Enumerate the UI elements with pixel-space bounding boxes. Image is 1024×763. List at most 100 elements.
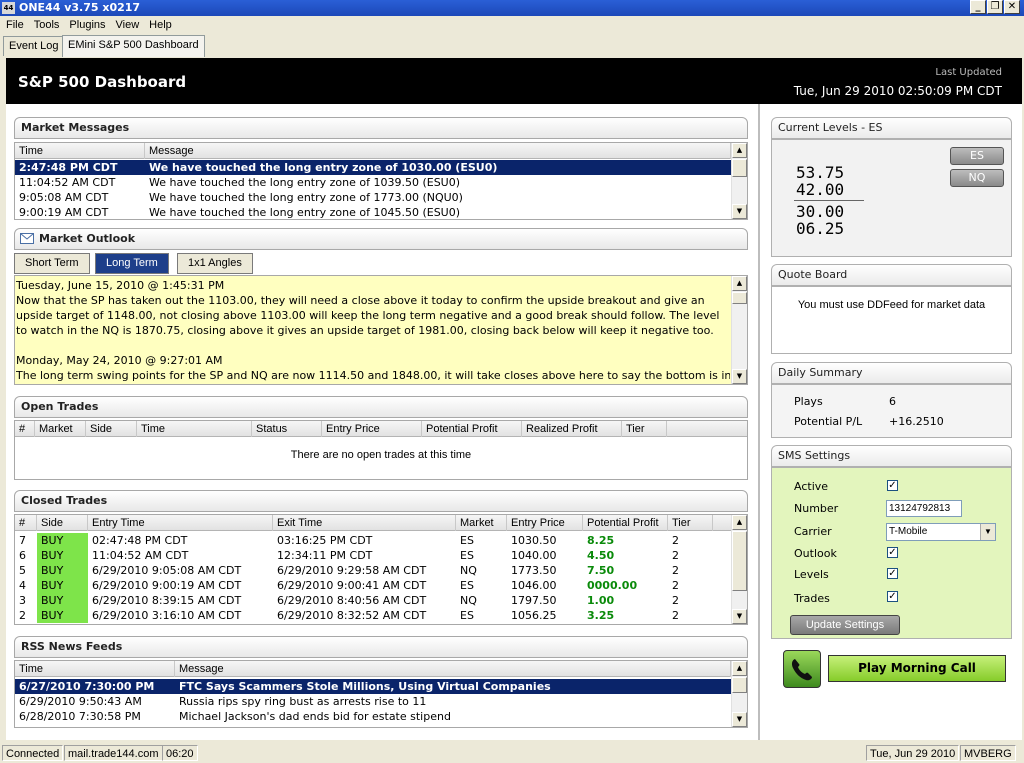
table-row[interactable]: 11:04:52 AM CDT We have touched the long … [15,175,731,190]
table-row[interactable]: 6/28/2010 7:30:58 PM Michael Jackson's da… [15,709,731,724]
column-header[interactable]: Time [137,421,252,437]
cell-message: FTC Says Scammers Stole Millions, Using … [179,680,551,693]
column-header[interactable]: Potential Profit [422,421,522,437]
cell-message: We have touched the long entry zone of 1… [149,176,461,189]
cell-message: We have touched the long entry zone of 1… [149,161,498,174]
table-row[interactable]: 5 BUY 6/29/2010 9:05:08 AM CDT 6/29/2010… [15,563,731,578]
tab-emini-dashboard[interactable]: EMini S&P 500 Dashboard [62,35,205,57]
column-header[interactable]: Tier [668,515,713,531]
table-row[interactable]: 6/29/2010 9:50:43 AM Russia rips spy ring… [15,694,731,709]
column-header[interactable]: Time [15,143,145,159]
minimize-button[interactable]: _ [970,0,986,14]
scroll-up-icon[interactable]: ▲ [732,515,747,530]
table-row[interactable]: 2:47:48 PM CDT We have touched the long e… [15,160,731,175]
scrollbar[interactable]: ▲ ▼ [731,515,747,624]
sms-levels-checkbox[interactable]: ✓ [887,568,898,579]
column-divider[interactable] [758,104,760,740]
chevron-down-icon[interactable]: ▼ [980,524,995,540]
sms-outlook-checkbox[interactable]: ✓ [887,547,898,558]
scroll-up-icon[interactable]: ▲ [732,143,747,158]
scroll-thumb[interactable] [732,159,747,177]
scroll-down-icon[interactable]: ▼ [732,609,747,624]
menu-plugins[interactable]: Plugins [69,16,105,34]
outlook-entry-text: The long term swing points for the SP an… [16,369,730,382]
cell-entry-time: 6/29/2010 9:00:19 AM CDT [92,579,242,592]
play-morning-call-button[interactable]: Play Morning Call [828,655,1006,682]
outlook-entry-text: Now that the SP has taken out the 1103.0… [16,294,720,337]
cell-time: 6/28/2010 7:30:58 PM [19,710,141,723]
menu-help[interactable]: Help [149,16,172,34]
column-header[interactable]: Message [145,143,731,159]
restore-button[interactable]: ❐ [987,0,1003,14]
cell-profit: 4.50 [587,549,615,562]
scrollbar[interactable]: ▲ ▼ [731,276,747,384]
cell-time: 6/29/2010 9:50:43 AM [19,695,142,708]
table-row[interactable]: 7 BUY 02:47:48 PM CDT 03:16:25 PM CDT ES… [15,533,731,548]
sms-settings-panel: Active ✓ Number Carrier T-Mobile ▼ Outlo… [771,467,1012,639]
scroll-down-icon[interactable]: ▼ [732,204,747,219]
cell-message: We have touched the long entry zone of 1… [149,191,463,204]
scroll-down-icon[interactable]: ▼ [732,369,747,384]
column-header[interactable]: Potential Profit [583,515,668,531]
level-value: 06.25 [796,219,845,238]
sms-number-input[interactable] [886,500,962,517]
nq-button[interactable]: NQ [950,169,1004,187]
column-header[interactable]: Realized Profit [522,421,622,437]
es-button[interactable]: ES [950,147,1004,165]
column-header[interactable]: Side [37,515,88,531]
table-row[interactable]: 4 BUY 6/29/2010 9:00:19 AM CDT 6/29/2010… [15,578,731,593]
current-levels-panel: 53.75 42.00 30.00 06.25 ES NQ [771,139,1012,257]
column-header[interactable]: # [15,421,35,437]
column-header[interactable]: Side [86,421,137,437]
market-messages-table: Time Message 2:47:48 PM CDT We have touch… [14,142,748,220]
close-button[interactable]: ✕ [1004,0,1020,14]
scroll-up-icon[interactable]: ▲ [732,276,747,291]
empty-message: There are no open trades at this time [290,449,472,461]
column-header[interactable]: Message [175,661,731,677]
phone-icon[interactable] [783,650,821,688]
column-header[interactable]: Entry Time [88,515,273,531]
sms-carrier-select[interactable]: T-Mobile ▼ [886,523,996,541]
levels-upper: 53.75 42.00 [796,164,844,198]
column-header[interactable]: Tier [622,421,667,437]
table-row[interactable]: 6/27/2010 7:30:00 PM FTC Says Scammers St… [15,679,731,694]
table-row[interactable]: 6 BUY 11:04:52 AM CDT 12:34:11 PM CDT ES… [15,548,731,563]
scroll-up-icon[interactable]: ▲ [732,661,747,676]
tab-event-log[interactable]: Event Log [3,36,65,56]
scrollbar[interactable]: ▲ ▼ [731,661,747,727]
scroll-down-icon[interactable]: ▼ [732,712,747,727]
plays-label: Plays [794,395,823,408]
scroll-thumb[interactable] [732,677,747,693]
market-outlook-title: Market Outlook [14,228,748,250]
tab-long-term[interactable]: Long Term [95,253,169,274]
column-header[interactable]: Exit Time [273,515,456,531]
column-header[interactable]: Market [35,421,86,437]
column-header[interactable]: # [15,515,37,531]
update-settings-button[interactable]: Update Settings [790,615,900,635]
column-header[interactable]: Market [456,515,507,531]
tab-1x1-angles[interactable]: 1x1 Angles [177,253,253,274]
scroll-thumb[interactable] [732,292,747,304]
column-header[interactable]: Entry Price [507,515,583,531]
cell-side: BUY [37,608,88,623]
tab-short-term[interactable]: Short Term [14,253,90,274]
cell-time: 11:04:52 AM CDT [19,176,116,189]
column-header[interactable]: Time [15,661,175,677]
menu-file[interactable]: File [6,16,24,34]
rss-title: RSS News Feeds [14,636,748,658]
column-header[interactable]: Status [252,421,322,437]
table-row[interactable]: 9:05:08 AM CDT We have touched the long e… [15,190,731,205]
scroll-thumb[interactable] [732,531,747,591]
cell-exit-time: 6/29/2010 9:00:41 AM CDT [277,579,427,592]
table-row[interactable]: 2 BUY 6/29/2010 3:16:10 AM CDT 6/29/2010… [15,608,731,623]
cell-market: NQ [460,594,477,607]
scrollbar[interactable]: ▲ ▼ [731,143,747,219]
column-header[interactable]: Entry Price [322,421,422,437]
menu-tools[interactable]: Tools [34,16,60,34]
table-row[interactable]: 9:00:19 AM CDT We have touched the long e… [15,205,731,219]
menu-view[interactable]: View [116,16,140,34]
sms-active-checkbox[interactable]: ✓ [887,480,898,491]
market-messages-title: Market Messages [14,117,748,139]
sms-trades-checkbox[interactable]: ✓ [887,591,898,602]
table-row[interactable]: 3 BUY 6/29/2010 8:39:15 AM CDT 6/29/2010… [15,593,731,608]
